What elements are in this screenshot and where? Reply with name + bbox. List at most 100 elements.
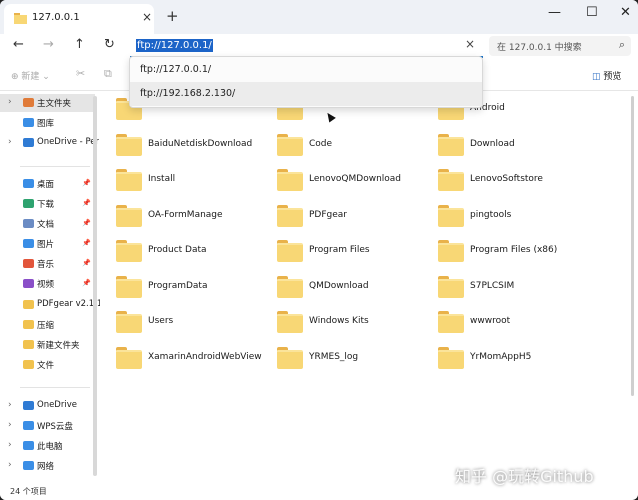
sidebar-item-label: 文档 (37, 220, 55, 230)
folder-item[interactable]: S7PLCSIM (422, 273, 582, 299)
sidebar-divider (20, 166, 90, 167)
folder-item[interactable]: OA-FormManage (100, 202, 260, 228)
pin-icon: 📌 (82, 259, 91, 267)
sidebar-item[interactable]: PDFgear v2.1.1 (0, 296, 102, 314)
preview-label: 预览 (603, 72, 622, 82)
search-icon[interactable]: ⌕ (619, 38, 625, 52)
suggestion-item[interactable]: ftp://127.0.0.1/ (130, 58, 482, 82)
sidebar-item[interactable]: 文档 📌 (0, 215, 95, 233)
folder-item[interactable]: Product Data (100, 237, 260, 263)
folder-label: ProgramData (148, 280, 208, 291)
folder-item[interactable]: YrMomAppH5 (422, 344, 582, 370)
folder-item[interactable]: pingtools (422, 202, 582, 228)
folder-icon (277, 275, 303, 298)
cut-icon[interactable]: ✂ (76, 67, 85, 80)
tab-close-icon[interactable]: × (142, 10, 152, 24)
sidebar-item-label: 图片 (37, 240, 55, 250)
sidebar-item[interactable]: › 网络 (0, 457, 95, 475)
chevron-right-icon[interactable]: › (8, 137, 12, 147)
chevron-right-icon[interactable]: › (8, 420, 12, 430)
suggestion-item[interactable]: ftp://192.168.2.130/ (130, 82, 482, 123)
sidebar-item-label: 主文件夹 (37, 99, 72, 109)
minimize-button[interactable]: — (548, 5, 561, 20)
search-box[interactable]: 在 127.0.0.1 中搜索 ⌕ (489, 36, 631, 56)
music-icon (23, 259, 34, 268)
folder-item[interactable]: PDFgear (261, 202, 421, 228)
folder-item[interactable]: Program Files (261, 237, 421, 263)
address-suggestions: ftp://127.0.0.1/ ftp://192.168.2.130/ (129, 56, 483, 123)
folder-item[interactable]: XamarinAndroidWebView (100, 344, 262, 370)
folder-icon (116, 204, 142, 227)
folder-item[interactable]: YRMES_log (261, 344, 421, 370)
sidebar-item[interactable]: › OneDrive - Per (0, 134, 99, 152)
cloud-icon (23, 421, 34, 430)
preview-button[interactable]: ◫ 预览 (592, 69, 621, 82)
document-icon (23, 219, 34, 228)
sidebar-item[interactable]: 音乐 📌 (0, 255, 95, 273)
close-button[interactable]: ✕ (620, 5, 631, 20)
folder-item[interactable]: Users (100, 308, 260, 334)
sidebar-item[interactable]: › WPS云盘 (0, 417, 95, 435)
sidebar-item[interactable]: 视频 📌 (0, 275, 95, 293)
picture-icon (23, 239, 34, 248)
sidebar-item[interactable]: 桌面 📌 (0, 175, 95, 193)
folder-label: Windows Kits (309, 316, 369, 326)
new-button[interactable]: ⊕ 新建 ⌄ (11, 69, 50, 82)
chevron-right-icon[interactable]: › (8, 460, 12, 470)
folder-icon (277, 346, 303, 369)
folder-item[interactable]: QMDownload (261, 273, 421, 299)
folder-label: Download (470, 138, 515, 149)
sidebar-item[interactable]: › 此电脑 (0, 437, 95, 455)
folder-icon (438, 169, 464, 191)
chevron-right-icon[interactable]: › (8, 97, 12, 107)
sidebar-item[interactable]: › 主文件夹 (0, 94, 95, 112)
clear-icon[interactable]: × (465, 37, 475, 51)
folder-item[interactable]: Download (422, 131, 582, 157)
chevron-right-icon[interactable]: › (8, 440, 12, 450)
sidebar-item[interactable]: 图片 📌 (0, 235, 95, 253)
refresh-button[interactable]: ↻ (104, 37, 115, 52)
folder-item[interactable]: Code (261, 131, 421, 157)
folder-item[interactable]: Install (100, 166, 260, 192)
folder-icon (438, 204, 464, 227)
folder-item[interactable]: ProgramData (100, 273, 260, 299)
folder-item[interactable]: Program Files (x86) (422, 237, 582, 263)
address-input[interactable]: ftp://127.0.0.1/ (136, 39, 213, 52)
folder-item[interactable]: Windows Kits (261, 308, 421, 334)
chevron-right-icon[interactable]: › (8, 400, 12, 410)
content-scrollbar[interactable] (631, 96, 634, 396)
folder-icon (277, 204, 303, 227)
suggestion-label: ftp://127.0.0.1/ (140, 64, 212, 75)
sidebar-item[interactable]: 新建文件夹 (0, 336, 95, 354)
sidebar-item-label: OneDrive - Per (37, 137, 99, 147)
folder-icon (277, 311, 303, 333)
network-icon (23, 461, 34, 470)
sidebar-item[interactable]: 图库 (0, 114, 95, 132)
folder-label: Product Data (148, 245, 207, 255)
folder-item[interactable]: LenovoSoftstore (422, 166, 582, 192)
folder-item[interactable]: BaiduNetdiskDownload (100, 131, 260, 157)
sidebar-item-label: 文件 (37, 361, 55, 371)
folder-item[interactable]: wwwroot (422, 308, 582, 334)
preview-icon: ◫ (592, 72, 601, 82)
sidebar-item[interactable]: 压缩 (0, 316, 95, 334)
pin-icon: 📌 (82, 219, 91, 227)
forward-button[interactable]: → (43, 37, 54, 52)
back-button[interactable]: ← (13, 37, 24, 52)
sidebar-scrollbar[interactable] (93, 96, 97, 476)
maximize-button[interactable]: ☐ (586, 5, 598, 20)
copy-icon[interactable]: ⧉ (104, 67, 112, 81)
sidebar-item[interactable]: 下载 📌 (0, 195, 95, 213)
folder-item[interactable]: LenovoQMDownload (261, 166, 421, 192)
sidebar-item[interactable]: › OneDrive (0, 397, 95, 415)
new-tab-button[interactable]: + (166, 7, 179, 25)
pin-icon: 📌 (82, 179, 91, 187)
folder-label: Program Files (x86) (470, 245, 558, 255)
folder-icon (438, 133, 464, 156)
new-label: 新建 (21, 72, 40, 82)
up-button[interactable]: ↑ (74, 37, 85, 52)
tab-127-0-0-1[interactable]: 127.0.0.1 × (4, 4, 154, 34)
folder-icon (14, 13, 27, 24)
address-bar[interactable]: ftp://127.0.0.1/ × (130, 36, 483, 58)
sidebar-item[interactable]: 文件 (0, 356, 95, 374)
